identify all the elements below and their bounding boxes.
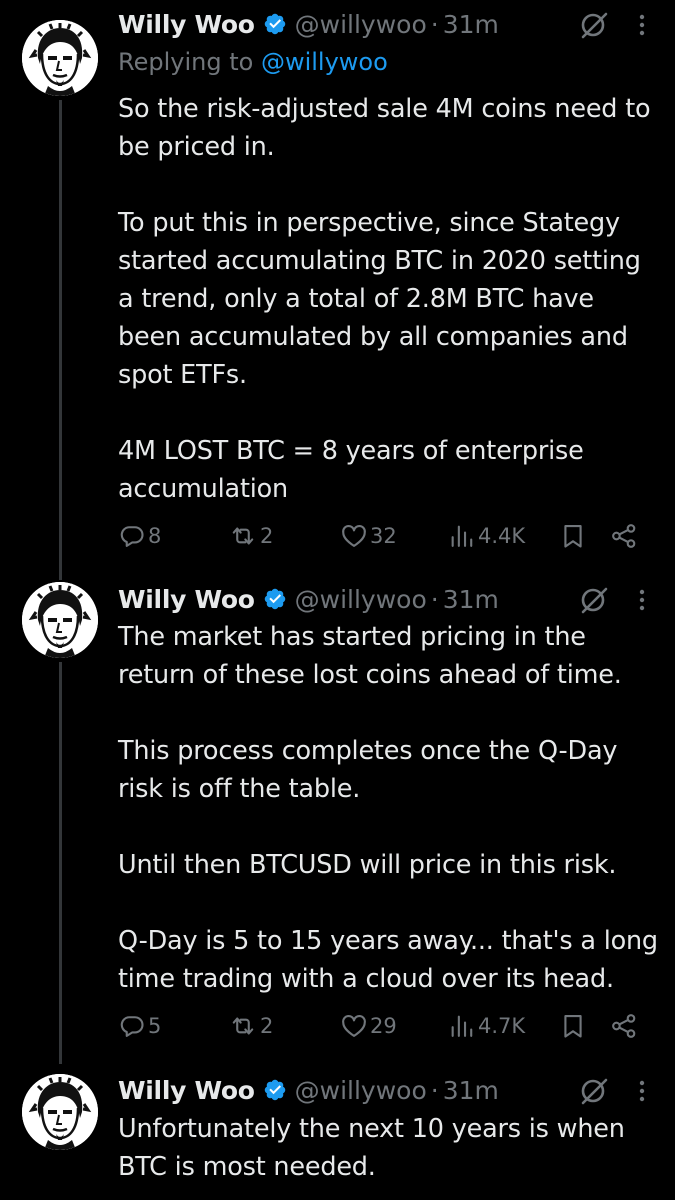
tweet-header: Willy Woo @willywoo · 31m: [118, 581, 655, 617]
author-handle[interactable]: @willywoo: [295, 585, 427, 614]
tweet-text: So the risk-adjusted sale 4M coins need …: [118, 94, 651, 504]
tweet-actions: 8 2 32 4.4K: [118, 516, 648, 556]
share-icon: [612, 1014, 636, 1038]
repost-button[interactable]: 2: [228, 516, 273, 556]
tweet-header: Willy Woo @willywoo · 31m: [118, 1072, 655, 1108]
avatar[interactable]: [22, 1074, 98, 1150]
repost-icon: [232, 527, 254, 545]
grok-icon[interactable]: [577, 1074, 611, 1108]
view-count: 4.4K: [478, 524, 526, 548]
grok-icon[interactable]: [577, 8, 611, 42]
timestamp[interactable]: 31m: [443, 10, 499, 39]
views-button[interactable]: 4.4K: [448, 516, 525, 556]
reply-icon: [120, 1016, 144, 1037]
repost-button[interactable]: 2: [228, 1006, 273, 1046]
tweet-text: Unfortunately the next 10 years is when …: [118, 1114, 625, 1182]
separator-dot: ·: [430, 1075, 439, 1105]
bookmark-icon: [564, 1015, 582, 1038]
tweet-text: The market has started pricing in the re…: [118, 622, 658, 994]
views-button[interactable]: 4.7K: [448, 1006, 525, 1046]
reply-button[interactable]: 8: [118, 516, 161, 556]
share-icon: [612, 524, 636, 548]
bookmark-icon: [564, 525, 582, 548]
reply-count: 8: [148, 524, 162, 548]
reply-count: 5: [148, 1014, 162, 1038]
timestamp[interactable]: 31m: [443, 585, 499, 614]
reply-button[interactable]: 5: [118, 1006, 161, 1046]
reply-icon: [120, 526, 144, 547]
heart-icon: [342, 524, 366, 547]
more-options-icon[interactable]: [627, 8, 657, 42]
avatar[interactable]: [22, 582, 98, 658]
author-handle[interactable]: @willywoo: [295, 1076, 427, 1105]
avatar[interactable]: [22, 20, 98, 96]
like-button[interactable]: 32: [340, 516, 397, 556]
timestamp[interactable]: 31m: [443, 1076, 499, 1105]
like-count: 29: [370, 1014, 397, 1038]
replying-to-label: Replying to: [118, 48, 254, 76]
thread-line: [59, 662, 62, 1064]
like-count: 32: [370, 524, 397, 548]
grok-icon[interactable]: [577, 583, 611, 617]
share-button[interactable]: [610, 1006, 638, 1046]
replying-to: Replying to @willywoo: [118, 48, 388, 76]
repost-count: 2: [260, 524, 274, 548]
verified-badge-icon: [263, 12, 287, 36]
views-icon: [451, 1015, 473, 1037]
more-options-icon[interactable]: [627, 583, 657, 617]
verified-badge-icon: [263, 1078, 287, 1102]
author-handle[interactable]: @willywoo: [295, 10, 427, 39]
like-button[interactable]: 29: [340, 1006, 397, 1046]
author-name[interactable]: Willy Woo: [118, 585, 255, 614]
author-name[interactable]: Willy Woo: [118, 1076, 255, 1105]
more-options-icon[interactable]: [627, 1074, 657, 1108]
view-count: 4.7K: [478, 1014, 526, 1038]
verified-badge-icon: [263, 587, 287, 611]
share-button[interactable]: [610, 516, 638, 556]
repost-count: 2: [260, 1014, 274, 1038]
separator-dot: ·: [430, 9, 439, 39]
thread-line: [59, 100, 62, 580]
author-name[interactable]: Willy Woo: [118, 10, 255, 39]
repost-icon: [232, 1017, 254, 1035]
views-icon: [451, 525, 473, 547]
tweet-actions: 5 2 29 4.7K: [118, 1006, 648, 1046]
tweet-header: Willy Woo @willywoo · 31m: [118, 6, 655, 42]
heart-icon: [342, 1014, 366, 1037]
bookmark-button[interactable]: [559, 1006, 587, 1046]
replying-to-mention[interactable]: @willywoo: [261, 48, 388, 76]
separator-dot: ·: [430, 584, 439, 614]
bookmark-button[interactable]: [559, 516, 587, 556]
